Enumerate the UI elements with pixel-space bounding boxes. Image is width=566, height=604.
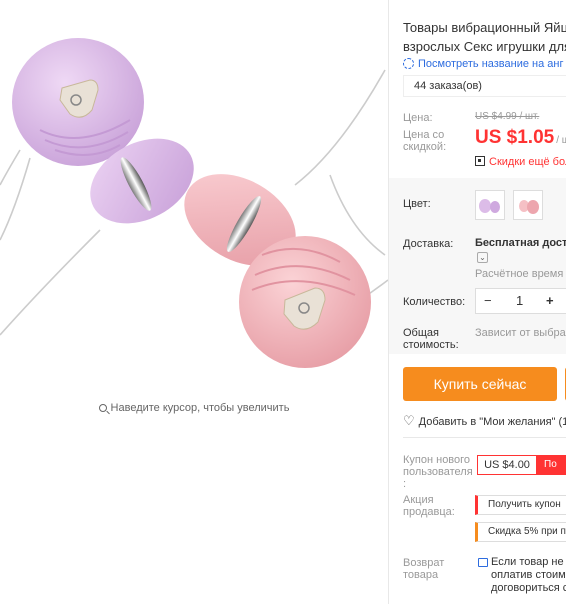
seller-coupon-tag[interactable]: Получить купон — [475, 495, 566, 515]
lilac-remote — [12, 38, 144, 166]
total-value: Зависит от выбран — [475, 327, 566, 339]
more-discounts-link[interactable]: Скидки ещё бол — [475, 156, 566, 168]
return-info-icon — [478, 558, 488, 567]
new-user-coupon-label: Купон нового пользователя : — [403, 454, 473, 490]
color-swatch-lilac[interactable] — [475, 190, 505, 220]
orders-count: 44 заказа(ов) — [403, 75, 566, 97]
buy-now-button[interactable]: Купить сейчас — [403, 367, 557, 401]
quantity-stepper: − 1 + — [475, 288, 566, 314]
total-label: Общая стоимость: — [403, 327, 459, 351]
delivery-label: Доставка: — [403, 238, 454, 250]
heart-icon: ♡ — [403, 413, 415, 428]
seller-promo-label: Акция продавца: — [403, 494, 455, 518]
delivery-estimate: Расчётное время до — [475, 268, 566, 280]
magnifier-icon — [98, 404, 107, 412]
color-label: Цвет: — [403, 198, 431, 210]
return-policy-text: Если товар не с оплатив стоимо договорит… — [491, 556, 566, 594]
coupon-value: US $4.00 — [484, 459, 530, 471]
discount-price-label: Цена со скидкой: — [403, 129, 447, 153]
translate-link[interactable]: Посмотреть название на анг — [403, 58, 564, 70]
quantity-plus-button[interactable]: + — [546, 289, 554, 313]
product-image[interactable] — [0, 0, 388, 604]
pink-remote — [239, 236, 371, 368]
return-label: Возврат товара — [403, 557, 445, 581]
coupon-get-button[interactable]: По — [536, 456, 566, 474]
product-title: Товары вибрационный Яйц взрослых Секс иг… — [403, 20, 566, 54]
product-info: Товары вибрационный Яйц взрослых Секс иг… — [388, 0, 566, 604]
new-user-coupon[interactable]: US $4.00 По — [477, 455, 566, 475]
translate-icon — [403, 58, 414, 69]
wishlist-link[interactable]: ♡ Добавить в "Мои желания" (1 — [403, 413, 566, 429]
swatch-pink-image — [519, 200, 539, 214]
quantity-minus-button[interactable]: − — [484, 289, 492, 313]
divider — [403, 437, 566, 438]
seller-discount-tag[interactable]: Скидка 5% при п — [475, 522, 566, 542]
discount-price: US $1.05/ ш — [475, 127, 566, 148]
color-swatch-pink[interactable] — [513, 190, 543, 220]
delivery-value[interactable]: Бесплатная достав — [475, 237, 566, 249]
swatch-lilac-image — [479, 199, 500, 213]
product-gallery[interactable]: Наведите курсор, чтобы увеличить — [0, 0, 388, 604]
zoom-hint: Наведите курсор, чтобы увеличить — [0, 402, 388, 414]
price-label: Цена: — [403, 112, 433, 124]
chevron-down-icon[interactable]: ⌄ — [477, 252, 488, 263]
qr-code-icon — [475, 156, 485, 166]
quantity-input[interactable]: 1 — [516, 289, 523, 313]
old-price: US $4.99 / шт. — [475, 111, 540, 122]
quantity-label: Количество: — [403, 296, 466, 308]
